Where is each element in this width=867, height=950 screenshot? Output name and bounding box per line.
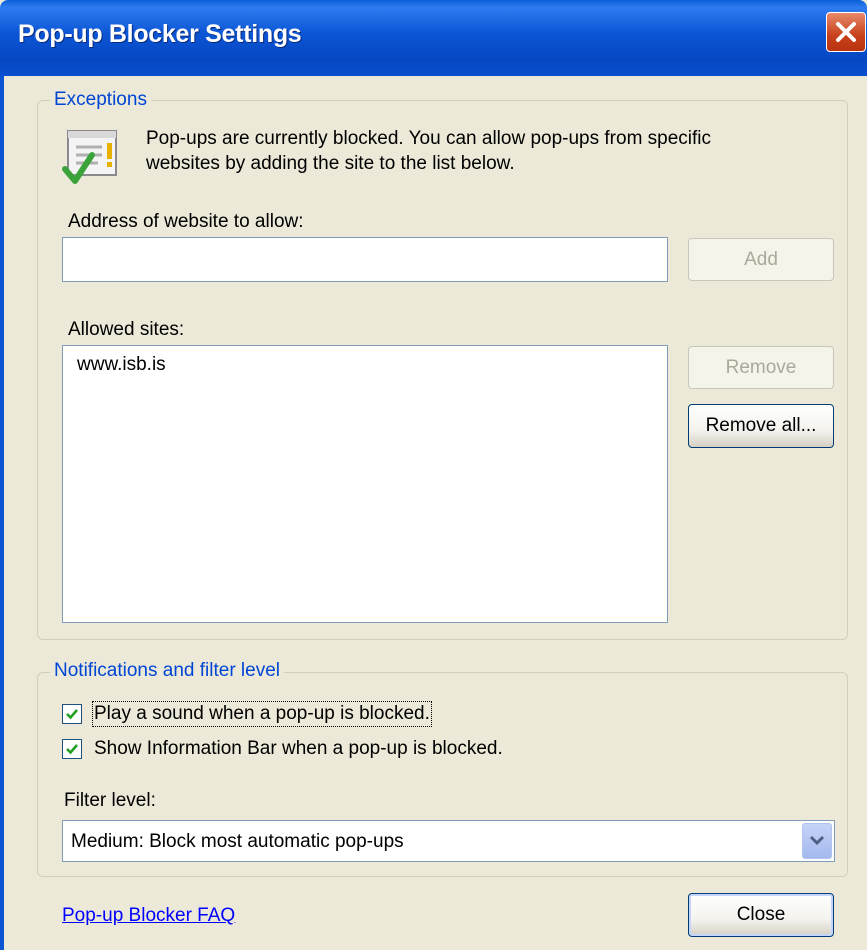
- allowed-sites-label: Allowed sites:: [68, 319, 185, 340]
- close-button[interactable]: Close: [688, 893, 834, 937]
- info-text-line2: websites by adding the site to the list …: [146, 153, 515, 174]
- address-input[interactable]: [62, 237, 668, 282]
- title-bar[interactable]: Pop-up Blocker Settings: [0, 0, 867, 76]
- filter-level-value: Medium: Block most automatic pop-ups: [71, 831, 404, 852]
- info-text-line1: Pop-ups are currently blocked. You can a…: [146, 128, 712, 149]
- dropdown-arrow-button[interactable]: [802, 823, 832, 859]
- show-infobar-label[interactable]: Show Information Bar when a pop-up is bl…: [94, 738, 503, 760]
- allowed-sites-list[interactable]: www.isb.is: [62, 345, 668, 623]
- add-button[interactable]: Add: [688, 238, 834, 281]
- play-sound-checkbox[interactable]: [62, 704, 82, 724]
- chevron-down-icon: [809, 835, 825, 846]
- remove-all-button[interactable]: Remove all...: [688, 404, 834, 448]
- checkmark-icon: [66, 709, 78, 720]
- show-infobar-checkbox[interactable]: [62, 739, 82, 759]
- notifications-legend: Notifications and filter level: [50, 660, 284, 682]
- list-item[interactable]: www.isb.is: [77, 354, 166, 376]
- exceptions-legend: Exceptions: [50, 89, 151, 111]
- play-sound-label[interactable]: Play a sound when a pop-up is blocked.: [92, 701, 432, 727]
- filter-level-label: Filter level:: [64, 790, 156, 811]
- remove-button[interactable]: Remove: [688, 346, 834, 389]
- window-title: Pop-up Blocker Settings: [18, 20, 302, 48]
- info-checklist-icon: [62, 125, 124, 187]
- window-frame-left: [0, 76, 4, 950]
- close-icon: [836, 22, 856, 42]
- address-label: Address of website to allow:: [68, 211, 304, 232]
- filter-level-select[interactable]: Medium: Block most automatic pop-ups: [62, 820, 835, 862]
- popup-blocker-dialog: Pop-up Blocker Settings Exceptions Pop-u…: [0, 0, 867, 950]
- checkmark-icon: [66, 744, 78, 755]
- close-window-button[interactable]: [826, 12, 866, 52]
- faq-link[interactable]: Pop-up Blocker FAQ: [62, 905, 235, 927]
